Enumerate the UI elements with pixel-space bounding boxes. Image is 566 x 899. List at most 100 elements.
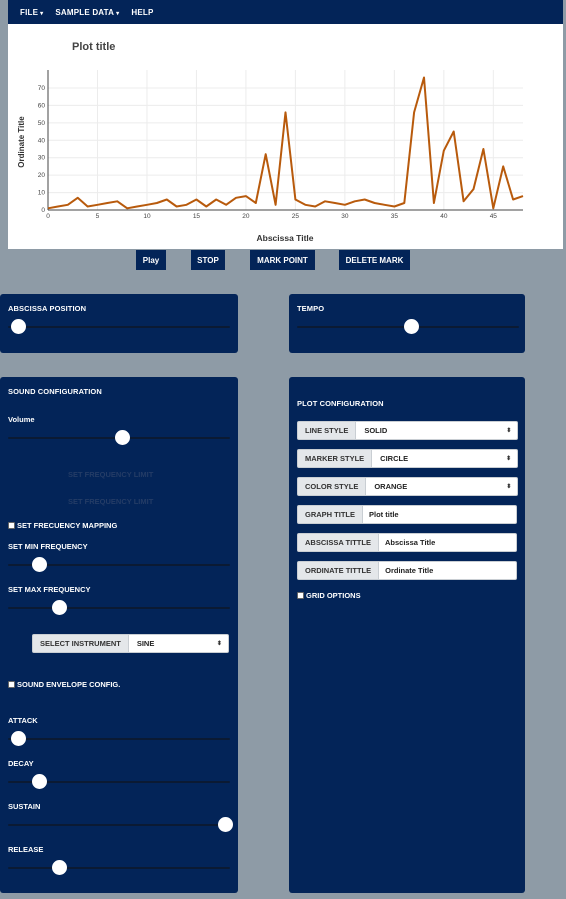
grid-options-checkbox[interactable]: GRID OPTIONS <box>297 591 361 600</box>
marker-style-value: CIRCLE <box>380 454 409 463</box>
checkbox-box[interactable] <box>8 522 15 529</box>
help-menu[interactable]: HELP <box>131 8 153 17</box>
attack-label: ATTACK <box>8 716 38 725</box>
color-style-group: COLOR STYLE ORANGE ⬍ <box>297 477 519 496</box>
plot-area: Plot title Abscissa Title Ordinate Title… <box>8 24 563 249</box>
instrument-label: SELECT INSTRUMENT <box>32 634 129 653</box>
select-arrows-icon: ⬍ <box>506 428 512 434</box>
grid-options-label: GRID OPTIONS <box>306 591 361 600</box>
sound-envelope-label: SOUND ENVELOPE CONFIG. <box>17 680 121 689</box>
x-tick-label: 45 <box>490 213 498 220</box>
x-tick-label: 5 <box>96 213 100 220</box>
min-frequency-thumb[interactable] <box>31 557 47 572</box>
menu-bar: FILE ▾ SAMPLE DATA ▾ HELP <box>8 0 563 24</box>
panel-title: PLOT CONFIGURATION <box>297 399 384 408</box>
file-menu[interactable]: FILE ▾ <box>20 8 43 17</box>
ordinate-title-input[interactable]: Ordinate Title <box>379 561 518 580</box>
frequency-mapping-checkbox[interactable]: SET FRECUENCY MAPPING <box>8 521 117 530</box>
y-tick-label: 50 <box>38 120 46 127</box>
release-thumb[interactable] <box>52 860 68 875</box>
stop-button[interactable]: STOP <box>191 250 225 270</box>
panel-title: ABSCISSA POSITION <box>8 304 87 313</box>
abscissa-position-slider[interactable] <box>8 326 230 328</box>
x-tick-label: 35 <box>391 213 399 220</box>
attack-slider[interactable] <box>8 738 230 740</box>
select-arrows-icon: ⬍ <box>506 456 512 462</box>
play-button[interactable]: Play <box>136 250 166 270</box>
delete-mark-button[interactable]: DELETE MARK <box>339 250 410 270</box>
color-style-value: ORANGE <box>374 482 408 491</box>
y-tick-label: 40 <box>38 137 46 144</box>
y-tick-label: 60 <box>38 102 46 109</box>
y-tick-label: 70 <box>38 85 46 92</box>
max-frequency-label: SET MAX FREQUENCY <box>8 585 91 594</box>
marker-style-label: MARKER STYLE <box>297 449 373 468</box>
line-style-group: LINE STYLE SOLID ⬍ <box>297 421 519 440</box>
release-slider[interactable] <box>8 867 230 869</box>
line-chart: Plot title Abscissa Title Ordinate Title… <box>17 41 524 243</box>
tempo-thumb[interactable] <box>403 319 419 334</box>
graph-title-group: GRAPH TITLE Plot title <box>297 505 517 524</box>
x-tick-label: 30 <box>341 213 349 220</box>
hidden-frequency-text: SET FREQUENCY LIMIT <box>68 470 154 479</box>
sound-configuration-panel: SOUND CONFIGURATION Volume SET FREQUENCY… <box>0 377 238 893</box>
min-frequency-label: SET MIN FREQUENCY <box>8 542 88 551</box>
graph-title-input[interactable]: Plot title <box>363 505 517 524</box>
line-style-value: SOLID <box>364 426 388 435</box>
max-frequency-slider[interactable] <box>8 607 230 609</box>
select-arrows-icon: ⬍ <box>506 484 512 490</box>
y-axis-label: Ordinate Title <box>17 116 26 168</box>
chart-title: Plot title <box>72 41 115 53</box>
checkbox-box[interactable] <box>8 681 15 688</box>
instrument-select-group: SELECT INSTRUMENT SINE ⬍ <box>32 634 229 653</box>
x-tick-label: 20 <box>242 213 250 220</box>
line-style-select[interactable]: SOLID ⬍ <box>356 421 519 440</box>
checkbox-box[interactable] <box>297 592 304 599</box>
ordinate-title-group: ORDINATE TITTLE Ordinate Title <box>297 561 518 580</box>
y-tick-label: 20 <box>38 172 46 179</box>
caret-down-icon: ▾ <box>116 10 120 17</box>
attack-thumb[interactable] <box>11 731 26 746</box>
sample-data-menu[interactable]: SAMPLE DATA ▾ <box>55 8 119 17</box>
ordinate-title-label: ORDINATE TITTLE <box>297 561 380 580</box>
color-style-label: COLOR STYLE <box>297 477 367 496</box>
marker-style-group: MARKER STYLE CIRCLE ⬍ <box>297 449 519 468</box>
x-axis-label: Abscissa Title <box>256 233 313 243</box>
volume-label: Volume <box>8 415 35 424</box>
sustain-slider[interactable] <box>8 824 230 826</box>
color-style-select[interactable]: ORANGE ⬍ <box>366 477 519 496</box>
abscissa-title-label: ABSCISSA TITTLE <box>297 533 379 552</box>
grid <box>47 70 523 211</box>
graph-title-label: GRAPH TITLE <box>297 505 363 524</box>
line-style-label: LINE STYLE <box>297 421 357 440</box>
volume-thumb[interactable] <box>114 430 130 445</box>
caret-down-icon: ▾ <box>40 10 44 17</box>
decay-label: DECAY <box>8 759 34 768</box>
instrument-select[interactable]: SINE ⬍ <box>128 634 229 653</box>
abscissa-title-input[interactable]: Abscissa Title <box>378 533 517 552</box>
tempo-panel: TEMPO <box>289 294 525 353</box>
y-tick-label: 10 <box>38 190 46 197</box>
abscissa-position-thumb[interactable] <box>11 319 26 334</box>
plot-configuration-panel: PLOT CONFIGURATION LINE STYLE SOLID ⬍ MA… <box>289 377 525 893</box>
x-tick-label: 15 <box>193 213 201 220</box>
x-tick-label: 0 <box>46 213 50 220</box>
hidden-frequency-text: SET FREQUENCY LIMIT <box>68 497 154 506</box>
marker-style-select[interactable]: CIRCLE ⬍ <box>372 449 519 468</box>
series-line <box>47 76 524 210</box>
instrument-value: SINE <box>136 639 155 648</box>
y-tick-label: 30 <box>38 155 46 162</box>
panel-title: SOUND CONFIGURATION <box>8 387 102 396</box>
decay-thumb[interactable] <box>31 774 47 789</box>
x-tick-label: 25 <box>292 213 300 220</box>
mark-point-button[interactable]: MARK POINT <box>250 250 315 270</box>
abscissa-position-panel: ABSCISSA POSITION <box>0 294 238 353</box>
frequency-mapping-label: SET FRECUENCY MAPPING <box>17 521 118 530</box>
x-tick-label: 40 <box>440 213 448 220</box>
sustain-thumb[interactable] <box>218 817 233 832</box>
sustain-label: SUSTAIN <box>8 802 41 811</box>
abscissa-title-group: ABSCISSA TITTLE Abscissa Title <box>297 533 517 552</box>
sound-envelope-checkbox[interactable]: SOUND ENVELOPE CONFIG. <box>8 680 120 689</box>
release-label: RELEASE <box>8 845 44 854</box>
max-frequency-thumb[interactable] <box>52 600 68 615</box>
